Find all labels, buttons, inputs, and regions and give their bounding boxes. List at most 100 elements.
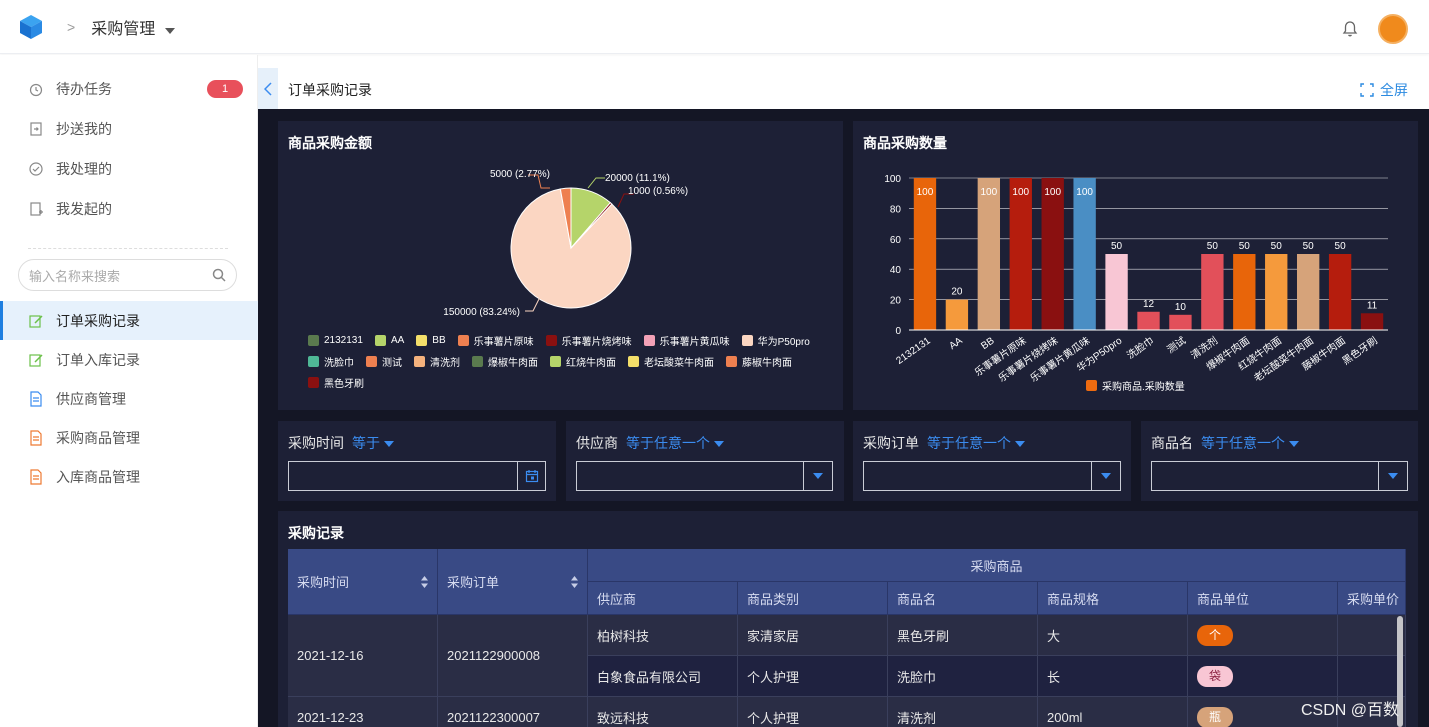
filter-operator[interactable]: 等于	[352, 435, 394, 451]
sidebar-item-purchase-records[interactable]: 订单采购记录	[0, 301, 258, 340]
cell-time: 2021-12-23	[288, 697, 438, 727]
sidebar-item-todo[interactable]: 待办任务 1	[0, 69, 258, 108]
date-input[interactable]	[288, 461, 546, 491]
bar[interactable]	[1233, 254, 1256, 330]
bar-value-label: 20	[951, 287, 963, 298]
legend-item[interactable]: 乐事薯片黄瓜味	[643, 333, 730, 348]
sidebar-item-suppliers[interactable]: 供应商管理	[0, 379, 258, 418]
cube-logo-icon[interactable]	[17, 13, 45, 41]
legend-item[interactable]: 藤椒牛肉面	[726, 354, 792, 369]
bar[interactable]	[1073, 178, 1096, 330]
bar-chart: 020406080100100213213120AA100BB100乐事薯片原味…	[884, 174, 1388, 385]
pie-label-aa: 5000 (2.77%)	[490, 169, 550, 180]
legend-item[interactable]: 老坛酸菜牛肉面	[628, 354, 714, 369]
filter-operator[interactable]: 等于任意一个	[626, 435, 724, 451]
bar-chart-panel: 商品采购数量 0 20 40 60 80 100 100 2132131 20 AA 100 BB 10…	[853, 121, 1418, 410]
bar[interactable]	[1328, 254, 1352, 330]
bell-icon[interactable]	[1341, 20, 1359, 38]
filter-operator-text: 等于任意一个	[1201, 435, 1285, 451]
supplier-select[interactable]	[576, 461, 833, 491]
bar-value-label: 100	[1012, 187, 1029, 198]
caret-down-icon	[1388, 473, 1398, 479]
cell-name: 清洗剂	[888, 697, 1038, 727]
sidebar-item-initiated[interactable]: 我发起的	[0, 189, 258, 228]
legend-item[interactable]: 乐事薯片原味	[457, 333, 534, 348]
bar[interactable]	[913, 178, 937, 330]
legend-item[interactable]: BB	[416, 333, 446, 347]
sidebar-item-handled[interactable]: 我处理的	[0, 149, 258, 188]
calendar-button[interactable]	[517, 462, 545, 490]
legend-item[interactable]: AA	[374, 333, 405, 347]
col-header-name[interactable]: 商品名	[888, 582, 1038, 615]
bar[interactable]	[1360, 313, 1384, 330]
legend-item[interactable]: 黑色牙刷	[308, 375, 364, 390]
col-header-unit[interactable]: 商品单位	[1188, 582, 1338, 615]
bar[interactable]	[1169, 314, 1192, 330]
caret-down-icon	[1015, 441, 1025, 448]
legend-item[interactable]: 清洗剂	[414, 354, 460, 369]
col-header-spec[interactable]: 商品规格	[1038, 582, 1188, 615]
y-tick-label: 20	[890, 296, 902, 307]
bar[interactable]	[1009, 178, 1032, 330]
sort-icon[interactable]	[420, 575, 429, 589]
bar[interactable]	[1296, 254, 1320, 330]
bar[interactable]	[977, 178, 1001, 330]
bar-value-label: 100	[980, 187, 997, 198]
filter-product-name: 商品名 等于任意一个	[1141, 421, 1418, 501]
cell-price	[1338, 656, 1406, 697]
bar[interactable]	[1265, 254, 1288, 330]
legend-label: AA	[390, 334, 405, 346]
col-header-label: 采购时间	[297, 575, 350, 590]
sidebar-item-inbound-records[interactable]: 订单入库记录	[0, 340, 258, 379]
bar[interactable]	[1041, 178, 1064, 330]
filter-purchase-time: 采购时间 等于	[278, 421, 556, 501]
legend-item[interactable]: 爆椒牛肉面	[472, 354, 538, 369]
legend-swatch	[545, 334, 557, 346]
cell-unit: 个	[1188, 615, 1338, 656]
bar-value-label: 11	[1367, 300, 1378, 311]
legend-item[interactable]: 华为P50pro	[741, 333, 810, 348]
filter-operator[interactable]: 等于任意一个	[927, 435, 1025, 451]
legend-item[interactable]: 2132131	[308, 333, 363, 347]
col-header-price[interactable]: 采购单价	[1338, 582, 1406, 615]
bar[interactable]	[1201, 254, 1224, 330]
bar[interactable]	[1137, 311, 1160, 330]
sidebar-item-cc[interactable]: 抄送我的	[0, 109, 258, 148]
search-placeholder: 输入名称来搜索	[29, 268, 121, 284]
app-switcher[interactable]: 采购管理	[91, 15, 176, 39]
caret-down-icon	[813, 473, 823, 479]
forward-doc-icon	[30, 121, 42, 136]
avatar[interactable]	[1378, 14, 1408, 44]
legend-item[interactable]: 红烧牛肉面	[550, 354, 616, 369]
legend-item[interactable]: 洗脸巾	[308, 354, 354, 369]
sidebar-item-inbound-goods[interactable]: 入库商品管理	[0, 457, 258, 496]
sidebar-item-purchase-goods[interactable]: 采购商品管理	[0, 418, 258, 457]
cell-order: 2021122900008	[438, 615, 588, 697]
legend-item[interactable]: 测试	[366, 354, 402, 369]
cell-supplier: 柏树科技	[588, 615, 738, 656]
cell-name: 洗脸巾	[888, 656, 1038, 697]
col-header-category[interactable]: 商品类别	[738, 582, 888, 615]
legend-item[interactable]: 乐事薯片烧烤味	[545, 333, 632, 348]
dropdown-button[interactable]	[1378, 462, 1407, 490]
dropdown-button[interactable]	[1091, 462, 1120, 490]
filter-name: 商品名	[1151, 435, 1193, 451]
bar[interactable]	[945, 299, 969, 330]
bar-value-label: 100	[917, 187, 934, 198]
col-header-time[interactable]: 采购时间	[288, 549, 438, 615]
cell-category: 个人护理	[738, 656, 888, 697]
fullscreen-button[interactable]: 全屏	[1360, 80, 1408, 100]
col-header-order[interactable]: 采购订单	[438, 549, 588, 615]
collapse-sidebar-button[interactable]	[258, 68, 278, 109]
dropdown-button[interactable]	[803, 462, 832, 490]
filter-operator[interactable]: 等于任意一个	[1201, 435, 1299, 451]
sidebar-search-input[interactable]: 输入名称来搜索	[18, 259, 237, 291]
sort-icon[interactable]	[570, 575, 579, 589]
product-select[interactable]	[1151, 461, 1408, 491]
col-header-supplier[interactable]: 供应商	[588, 582, 738, 615]
order-select[interactable]	[863, 461, 1121, 491]
cell-price	[1338, 615, 1406, 656]
search-icon[interactable]	[212, 268, 226, 282]
legend-label: 藤椒牛肉面	[742, 357, 792, 369]
bar[interactable]	[1105, 254, 1128, 330]
